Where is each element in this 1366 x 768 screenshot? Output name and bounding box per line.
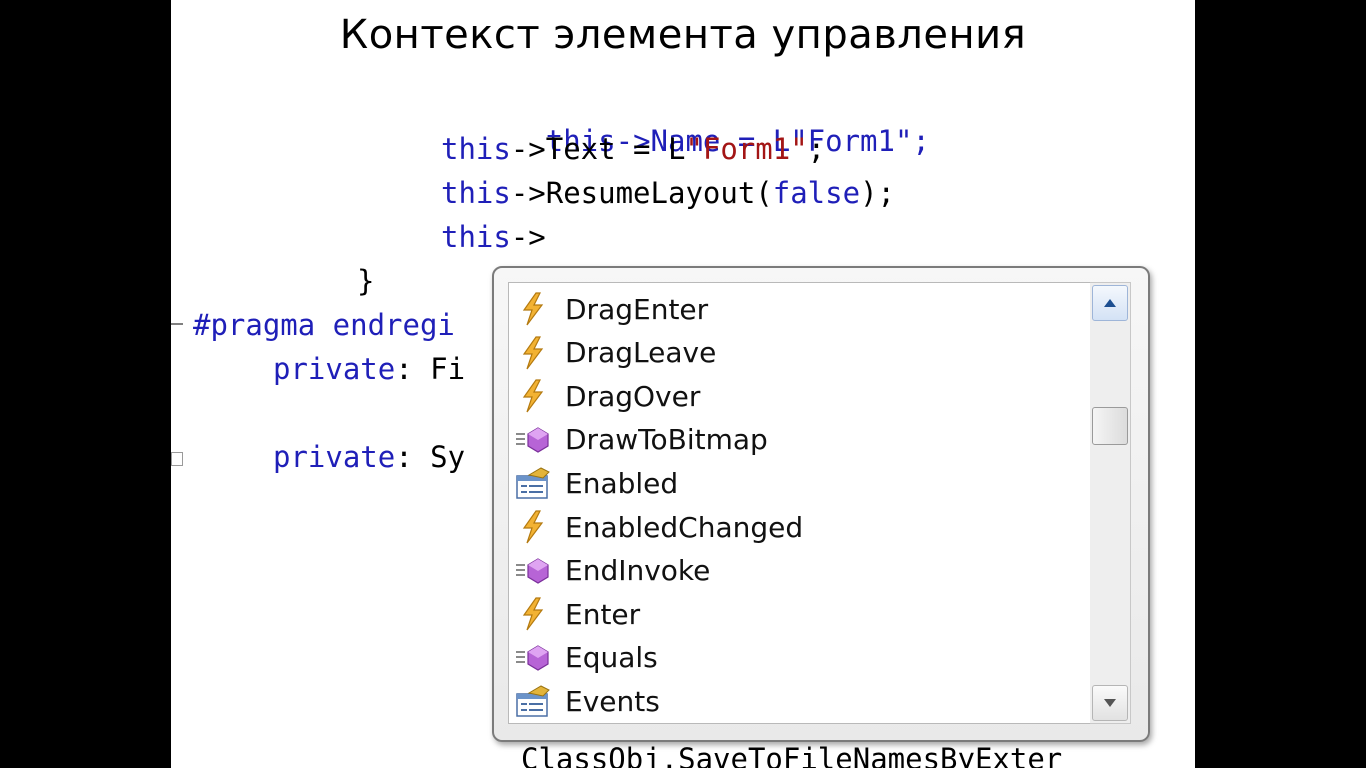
scroll-down-button[interactable] [1092, 685, 1128, 721]
outline-dash [171, 323, 183, 325]
property-icon [515, 683, 551, 719]
completion-item[interactable]: EnabledChanged [509, 505, 1089, 549]
completion-item-label: Events [565, 684, 660, 718]
completion-item[interactable]: Enabled [509, 461, 1089, 505]
completion-item-label: DragOver [565, 379, 701, 413]
arrow-down-icon [1104, 699, 1116, 707]
event-icon [515, 335, 551, 371]
method-icon [515, 640, 551, 676]
completion-item[interactable]: DragOver [509, 374, 1089, 418]
arrow-up-icon [1104, 299, 1116, 307]
code-line-bottom-partial: ClassObj.SaveToFileNamesByExter [521, 742, 1063, 768]
completion-item[interactable]: Enter [509, 592, 1089, 636]
slide-title: Контекст элемента управления [339, 12, 1027, 58]
completion-item-label: EnabledChanged [565, 510, 804, 544]
code-line-private-1: private: Fi [273, 352, 466, 386]
event-icon [515, 291, 551, 327]
completion-item-label: Enabled [565, 466, 679, 500]
code-line-text: this->Text = L"Form1"; [441, 132, 826, 166]
completion-item-label: DragEnter [565, 292, 709, 326]
completion-item[interactable]: DrawToBitmap [509, 418, 1089, 462]
outline-collapse-toggle[interactable] [171, 452, 183, 466]
completion-list: DragEnter DragLeave DragOver DrawToBitmap En… [508, 282, 1092, 724]
property-icon [515, 465, 551, 501]
code-line-this-arrow[interactable]: this-> [441, 220, 546, 254]
code-line-private-2: private: Sy [273, 440, 466, 474]
closing-brace: } [357, 264, 375, 298]
completion-item-label: Equals [565, 641, 658, 675]
method-icon [515, 553, 551, 589]
completion-item-label: Enter [565, 597, 641, 631]
method-icon [515, 422, 551, 458]
scroll-thumb[interactable] [1092, 407, 1128, 445]
completion-item[interactable]: EndInvoke [509, 549, 1089, 593]
scroll-up-button[interactable] [1092, 285, 1128, 321]
event-icon [515, 596, 551, 632]
event-icon [515, 509, 551, 545]
completion-item-label: EndInvoke [565, 554, 711, 588]
completion-scrollbar[interactable] [1090, 282, 1131, 724]
pragma-endregion: #pragma endregi [193, 308, 455, 342]
completion-item[interactable]: Events [509, 679, 1089, 723]
code-line-resume-layout: this->ResumeLayout(false); [441, 176, 895, 210]
completion-item-label: DragLeave [565, 336, 717, 370]
completion-item-label: DrawToBitmap [565, 423, 768, 457]
completion-item[interactable]: Equals [509, 636, 1089, 680]
event-icon [515, 378, 551, 414]
completion-item[interactable]: DragLeave [509, 331, 1089, 375]
completion-item[interactable]: DragEnter [509, 287, 1089, 331]
intellisense-popup: DragEnter DragLeave DragOver DrawToBitmap En… [492, 266, 1150, 742]
